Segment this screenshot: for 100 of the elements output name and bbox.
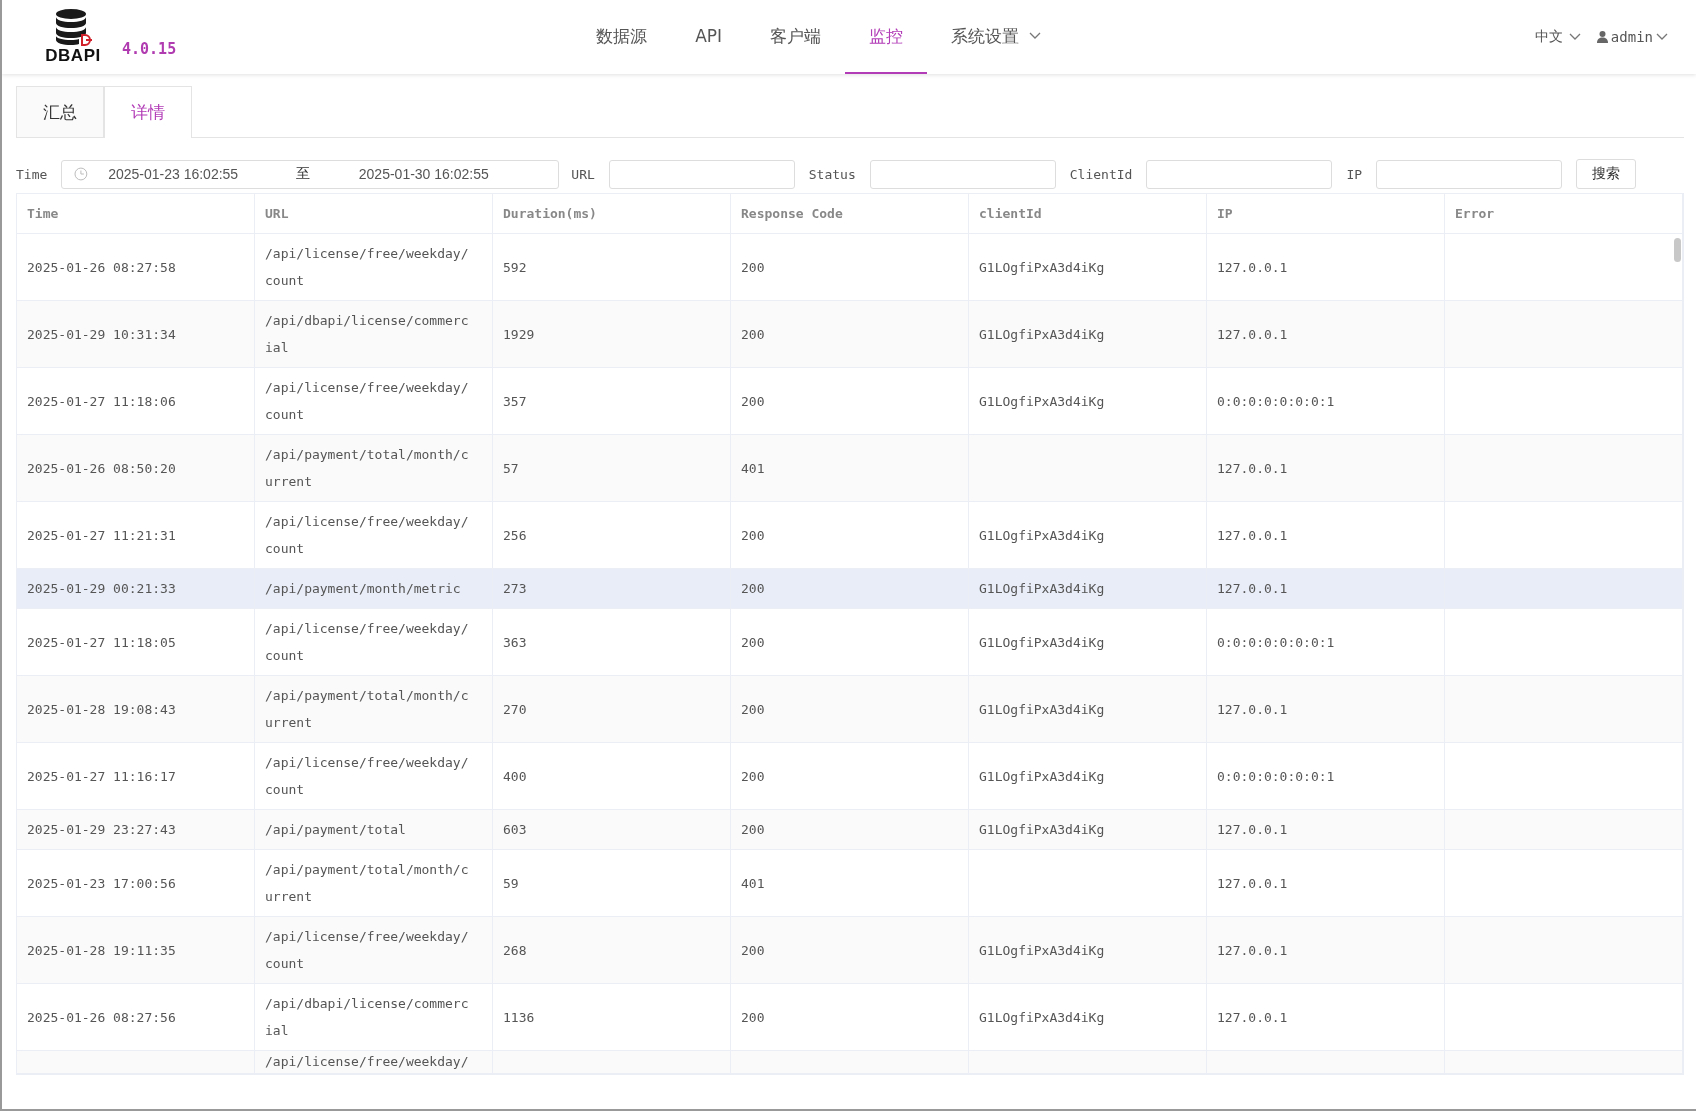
nav-tab[interactable]: 监控 <box>845 0 928 74</box>
table-cell-text: /api/license/free/weekday/count <box>265 245 469 290</box>
column-header: clientId <box>969 194 1207 233</box>
table-cell-text: G1LOgfiPxA3d4iKg <box>979 941 1105 960</box>
nav-tab[interactable]: 客户端 <box>746 0 846 74</box>
table-cell-text: 59 <box>503 874 519 893</box>
table-cell-text: 0:0:0:0:0:0:0:1 <box>1217 633 1335 652</box>
table-cell-text: /api/license/free/weekday/ <box>265 1053 469 1071</box>
table-cell-text: 2025-01-27 11:18:06 <box>27 392 176 411</box>
filter-label: Status <box>808 166 857 182</box>
table-cell-text: 127.0.0.1 <box>1217 1008 1288 1027</box>
table-cell-text: 270 <box>503 700 527 719</box>
table-cell-text: 2025-01-29 23:27:43 <box>27 821 176 839</box>
table-cell-text: 2025-01-27 11:16:17 <box>27 767 176 786</box>
scrollbar-thumb[interactable] <box>1674 238 1681 262</box>
column-header: Time <box>17 194 255 233</box>
table-cell-text: 200 <box>741 700 765 719</box>
table-cell-text: /api/payment/total <box>265 821 406 839</box>
table-cell-text: 200 <box>741 633 765 652</box>
table-cell-text: 127.0.0.1 <box>1217 459 1288 478</box>
table-cell-text: /api/payment/month/metric <box>265 580 461 598</box>
column-header: Duration(ms) <box>493 194 731 233</box>
table-cell-text: 0:0:0:0:0:0:0:1 <box>1217 392 1335 411</box>
table-cell-text: G1LOgfiPxA3d4iKg <box>979 526 1105 545</box>
table-cell-text: /api/license/free/weekday/count <box>265 513 469 558</box>
caret-icon <box>1568 33 1581 41</box>
table-cell-text: 200 <box>741 526 765 545</box>
filter-label: IP <box>1346 166 1364 182</box>
table-cell-text: 592 <box>503 258 527 277</box>
table-cell-text: G1LOgfiPxA3d4iKg <box>979 258 1105 277</box>
table-cell-text: 357 <box>503 392 527 411</box>
filter-field[interactable] <box>608 159 795 189</box>
clock-icon <box>74 167 89 181</box>
table-cell-text: 127.0.0.1 <box>1217 580 1288 598</box>
table-cell-text: 127.0.0.1 <box>1217 258 1288 277</box>
table-cell-text: /api/license/free/weekday/count <box>265 379 469 424</box>
logo-text: DBAPI <box>45 46 101 66</box>
table-cell-text: G1LOgfiPxA3d4iKg <box>979 392 1105 411</box>
table-cell-text: 2025-01-27 11:18:05 <box>27 633 176 652</box>
table-cell-text: 400 <box>503 767 527 786</box>
table-cell-text: G1LOgfiPxA3d4iKg <box>979 767 1105 786</box>
tab[interactable]: 详情 <box>104 86 192 138</box>
table-cell-text: 1136 <box>503 1008 535 1027</box>
table-cell-text: 2025-01-23 17:00:56 <box>27 874 176 893</box>
end-date: 2025-01-30 16:02:55 <box>358 166 490 182</box>
table-cell-text: /api/license/free/weekday/count <box>265 754 469 799</box>
table-cell-text: 200 <box>741 941 765 960</box>
table-cell-text: 127.0.0.1 <box>1217 821 1288 839</box>
language-menu[interactable]: 中文 <box>1534 28 1581 46</box>
table-cell-text: 401 <box>741 874 765 893</box>
table-cell-text: 127.0.0.1 <box>1217 941 1288 960</box>
table-cell-text: 363 <box>503 633 527 652</box>
table-cell-text: G1LOgfiPxA3d4iKg <box>979 325 1105 344</box>
user-menu[interactable]: admin <box>1596 28 1668 46</box>
table-cell-text: /api/dbapi/license/commercial <box>265 995 469 1040</box>
nav-tab[interactable]: API <box>671 0 747 74</box>
table-cell-text: 127.0.0.1 <box>1217 874 1288 893</box>
table-cell-text: /api/payment/total/month/current <box>265 861 469 906</box>
tab[interactable]: 汇总 <box>16 86 104 137</box>
version-label: 4.0.15 <box>122 40 177 58</box>
table-cell-text: 273 <box>503 580 527 598</box>
filter-field[interactable] <box>1146 159 1333 189</box>
date-range-field[interactable]: 2025-01-23 16:02:55 至 2025-01-30 16:02:55 <box>61 159 560 189</box>
table-cell-text: G1LOgfiPxA3d4iKg <box>979 633 1105 652</box>
table-cell-text: G1LOgfiPxA3d4iKg <box>979 700 1105 719</box>
column-header: Error <box>1445 194 1683 233</box>
table-cell-text: /api/payment/total/month/current <box>265 446 469 491</box>
start-date: 2025-01-23 16:02:55 <box>108 166 240 182</box>
table-cell-text: /api/license/free/weekday/count <box>265 928 469 973</box>
table-cell-text: 2025-01-29 10:31:34 <box>27 325 176 344</box>
filter-field[interactable] <box>869 159 1056 189</box>
table-cell-text: 1929 <box>503 325 535 344</box>
table-cell-text: 127.0.0.1 <box>1217 325 1288 344</box>
table-cell-text: G1LOgfiPxA3d4iKg <box>979 821 1105 839</box>
table-cell-text: 401 <box>741 459 765 478</box>
nav-tab[interactable]: 系统设置 <box>927 0 1066 74</box>
filter-field[interactable] <box>1376 159 1563 189</box>
table-cell-text: 256 <box>503 526 527 545</box>
table-cell-text: 2025-01-26 08:27:56 <box>27 1008 176 1027</box>
column-header: URL <box>255 194 493 233</box>
table-cell-text: 200 <box>741 821 765 839</box>
search-button[interactable]: 搜索 <box>1576 159 1637 189</box>
column-header: Response Code <box>731 194 969 233</box>
table-cell-text: 200 <box>741 392 765 411</box>
table-cell-text: 2025-01-29 00:21:33 <box>27 580 176 598</box>
range-separator: 至 <box>295 165 311 183</box>
table-cell-text: 2025-01-26 08:50:20 <box>27 459 176 478</box>
table-cell-text: 603 <box>503 821 527 839</box>
table-cell-text: 200 <box>741 580 765 598</box>
table-cell-text: 200 <box>741 767 765 786</box>
filter-label: Time <box>16 166 49 182</box>
table-cell-text: 2025-01-26 08:27:58 <box>27 258 176 277</box>
table-cell-text: 2025-01-27 11:21:31 <box>27 526 176 545</box>
nav-tab[interactable]: 数据源 <box>572 0 672 74</box>
table-cell-text: G1LOgfiPxA3d4iKg <box>979 1008 1105 1027</box>
table-cell-text: 57 <box>503 459 519 478</box>
table-cell-text: 200 <box>741 258 765 277</box>
table-cell-text: /api/dbapi/license/commercial <box>265 312 469 357</box>
filter-label: URL <box>571 166 596 182</box>
table-cell-text: 200 <box>741 1008 765 1027</box>
